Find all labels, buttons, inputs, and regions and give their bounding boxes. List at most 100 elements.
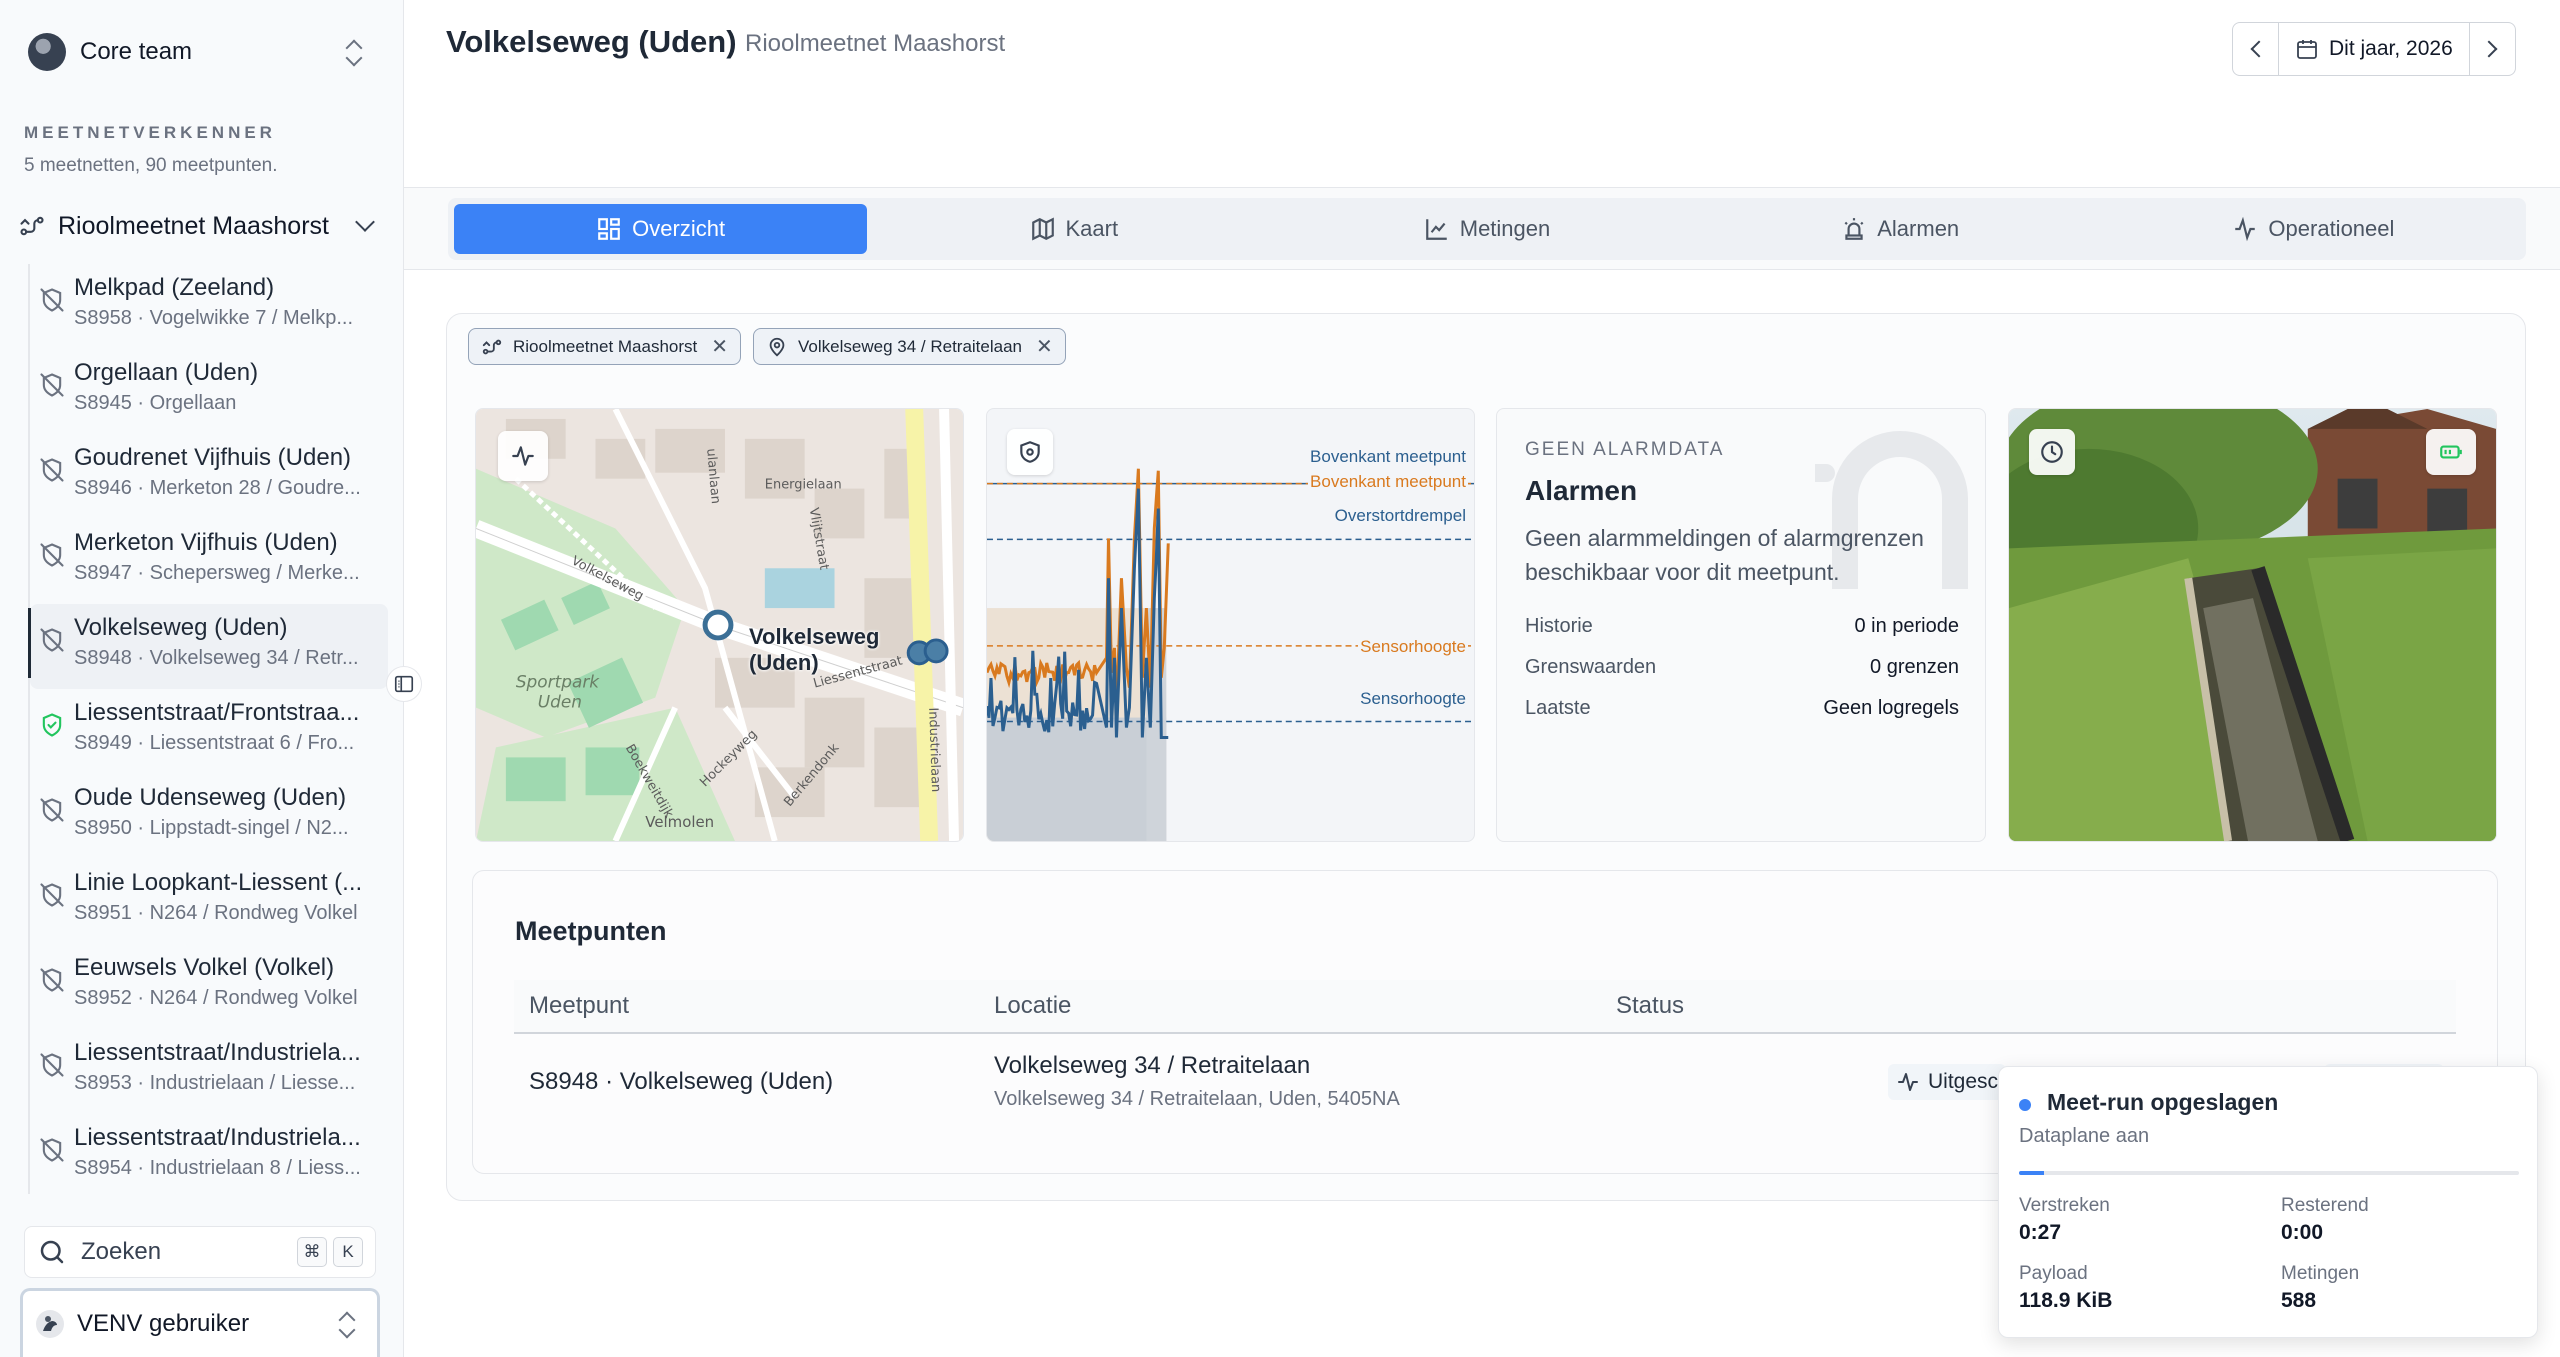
map-icon [1030, 216, 1066, 242]
stat-payload-value: 118.9 KiB [2019, 1289, 2113, 1312]
stat-metingen: Metingen 588 [2281, 1263, 2359, 1313]
network-icon [481, 336, 513, 358]
chevron-right-icon [2480, 40, 2498, 58]
alarm-stat-row: Historie 0 in periode [1525, 615, 1959, 656]
sidebar-item-meetpunt[interactable]: Liessentstraat/Industriela... S8954 · Ind… [30, 1114, 388, 1199]
sidebar-item-meetpunt[interactable]: Volkelseweg (Uden) S8948 · Volkelseweg 34… [28, 604, 388, 689]
photo-panel[interactable] [2008, 408, 2497, 842]
meetpunt-sub: S8946 · Merketon 28 / Goudre... [74, 477, 361, 499]
run-saved-toast: Meet-run opgeslagen Dataplane aan Verstr… [1998, 1066, 2538, 1338]
map-panel[interactable]: Volkelseweg Liessentstraat Industrielaan… [475, 408, 964, 842]
col-status: Status [1616, 992, 1685, 1019]
chevron-up-down-icon [340, 34, 368, 70]
close-icon[interactable]: ✕ [711, 334, 728, 359]
toast-subtitle: Dataplane aan [2019, 1125, 2150, 1147]
label-sensorhoogte-2: Sensorhoogte [1358, 689, 1468, 709]
alarm-stat-value: 0 in periode [1854, 615, 1959, 637]
activity-icon [2232, 216, 2268, 242]
sidebar-item-meetpunt[interactable]: Oude Udenseweg (Uden) S8950 · Lippstadt-s… [30, 774, 388, 859]
meetpunt-sub: S8945 · Orgellaan [74, 392, 237, 414]
table-header: Meetpunt Locatie Status [514, 980, 2456, 1034]
meetpunten-title: Meetpunten [515, 916, 667, 946]
clock-icon [2041, 441, 2063, 463]
sidebar-item-meetpunt[interactable]: Eeuwsels Volkel (Volkel) S8952 · N264 / R… [30, 944, 388, 1029]
tab-label: Kaart [1065, 216, 1119, 241]
meetpunt-sub: S8952 · N264 / Rondweg Volkel [74, 987, 358, 1009]
filter-chip[interactable]: Rioolmeetnet Maashorst ✕ [468, 328, 742, 365]
meetpunt-name: Linie Loopkant-Liessent (... [74, 869, 363, 896]
sidebar-item-meetpunt[interactable]: Goudrenet Vijfhuis (Uden) S8946 · Merketo… [30, 434, 388, 519]
status-text: Uitgesc [1928, 1070, 1999, 1093]
shield-off-icon [38, 796, 66, 824]
meetpunt-name: Merketon Vijfhuis (Uden) [74, 529, 338, 556]
stat-elapsed: Verstreken 0:27 [2019, 1195, 2110, 1245]
prev-period-button[interactable] [2233, 23, 2279, 75]
page-subtitle: Rioolmeetnet Maashorst [745, 30, 1006, 57]
siren-icon [1841, 216, 1877, 242]
alarm-stats: Historie 0 in periode Grenswaarden 0 grenze… [1525, 615, 1959, 738]
shield-off-icon [38, 881, 66, 909]
status-badge: Uitgesc [1888, 1064, 2007, 1100]
sparkline-panel[interactable]: Bovenkant meetpunt Bovenkant meetpunt Ov… [986, 408, 1475, 842]
tab-kaart[interactable]: Kaart [867, 204, 1280, 254]
sidebar-item-meetpunt[interactable]: Merketon Vijfhuis (Uden) S8947 · Schepers… [30, 519, 388, 604]
map-activity-button[interactable] [498, 431, 548, 481]
meetpunt-name: Oude Udenseweg (Uden) [74, 784, 347, 811]
meetpunt-sub: S8951 · N264 / Rondweg Volkel [74, 902, 358, 924]
alarm-panel: GEEN ALARMDATA Alarmen Geen alarmmelding… [1496, 408, 1986, 842]
chart-shield-button[interactable] [1007, 429, 1053, 475]
sidebar-item-meetpunt[interactable]: Linie Loopkant-Liessent (... S8951 · N264… [30, 859, 388, 944]
network-selector[interactable]: Rioolmeetnet Maashorst [18, 208, 384, 244]
alarm-stat-value: 0 grenzen [1870, 656, 1959, 678]
search-icon [40, 1240, 64, 1264]
stat-metingen-value: 588 [2281, 1289, 2317, 1312]
stat-remaining: Resterend 0:00 [2281, 1195, 2369, 1245]
alarm-stat-value: Geen logregels [1823, 697, 1959, 719]
meetpunt-name: Goudrenet Vijfhuis (Uden) [74, 444, 352, 471]
toast-progress-fill [2019, 1171, 2044, 1175]
sidebar-item-meetpunt[interactable]: Melkpad (Zeeland) S8958 · Vogelwikke 7 / … [30, 264, 388, 349]
meetpunt-list: Melkpad (Zeeland) S8958 · Vogelwikke 7 / … [28, 264, 388, 1199]
toast-title: Meet-run opgeslagen [2047, 1089, 2279, 1115]
battery-status-button[interactable] [2426, 429, 2476, 475]
next-period-button[interactable] [2468, 23, 2515, 75]
meetpunt-name: Melkpad (Zeeland) [74, 274, 275, 301]
shield-off-icon [38, 286, 66, 314]
map-marker-sublabel: (Uden) [749, 650, 819, 675]
search-label: Zoeken [81, 1238, 162, 1265]
stat-elapsed-value: 0:27 [2019, 1221, 2062, 1244]
pin-icon [766, 336, 798, 358]
svg-text:Energielaan: Energielaan [765, 478, 842, 493]
tab-operationeel[interactable]: Operationeel [2107, 204, 2520, 254]
alarm-kicker: GEEN ALARMDATA [1525, 439, 1725, 460]
shield-off-icon [38, 1051, 66, 1079]
date-range-button[interactable]: Dit jaar, 2026 [2279, 23, 2469, 75]
collapse-sidebar-button[interactable] [386, 666, 422, 702]
col-locatie: Locatie [994, 992, 1072, 1019]
tab-overzicht[interactable]: Overzicht [454, 204, 868, 254]
alarm-description: Geen alarmmeldingen of alarmgrenzen besc… [1525, 525, 1924, 585]
search-button[interactable]: Zoeken ⌘ K [24, 1226, 376, 1278]
user-switcher[interactable]: VENV gebruiker [20, 1288, 380, 1357]
user-avatar [36, 1310, 64, 1338]
tab-metingen[interactable]: Metingen [1280, 204, 1693, 254]
close-icon[interactable]: ✕ [1036, 334, 1053, 359]
stat-payload: Payload 118.9 KiB [2019, 1263, 2112, 1313]
tab-alarmen[interactable]: Alarmen [1694, 204, 2107, 254]
chevron-down-icon [355, 212, 375, 232]
alarm-title: Alarmen [1525, 475, 1638, 506]
battery-icon [2440, 445, 2462, 459]
team-switcher[interactable]: Core team [28, 26, 368, 78]
meetpunt-id: S8948 · Volkelseweg (Uden) [529, 1068, 834, 1095]
photo-history-button[interactable] [2029, 429, 2075, 475]
filter-chips: Rioolmeetnet Maashorst ✕ Volkelseweg 34 / … [468, 328, 1066, 365]
sidebar-item-meetpunt[interactable]: Liessentstraat/Frontstraa... S8949 · Lies… [30, 689, 388, 774]
svg-text:Velmolen: Velmolen [645, 813, 714, 831]
meetpunt-sub: S8954 · Industrielaan 8 / Liess... [74, 1157, 361, 1179]
alarm-stat-label: Grenswaarden [1525, 656, 1657, 678]
filter-chip[interactable]: Volkelseweg 34 / Retraitelaan ✕ [753, 328, 1066, 365]
site-photo [2009, 409, 2496, 841]
sidebar-item-meetpunt[interactable]: Liessentstraat/Industriela... S8953 · Ind… [30, 1029, 388, 1114]
sidebar-item-meetpunt[interactable]: Orgellaan (Uden) S8945 · Orgellaan [30, 349, 388, 434]
meetpunt-name: Eeuwsels Volkel (Volkel) [74, 954, 335, 981]
